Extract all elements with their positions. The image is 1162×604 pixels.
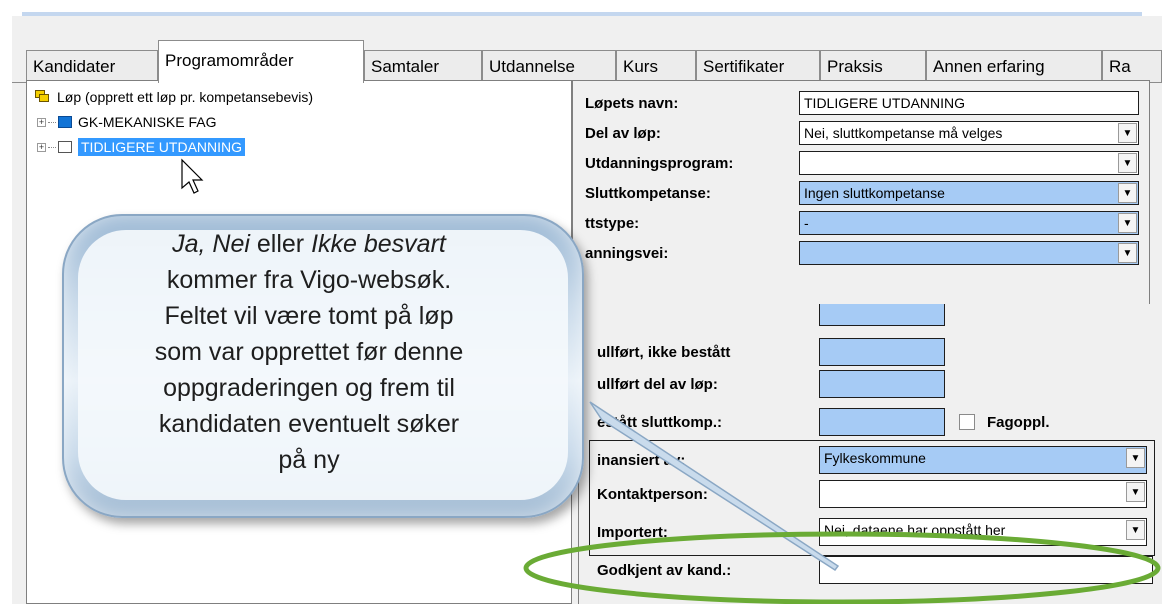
lopets-navn-field[interactable]: TIDLIGERE UTDANNING [799,91,1139,115]
tree-connector [48,146,56,148]
prev-field[interactable] [819,304,945,326]
fullfort-ikke-bestatt-field[interactable] [819,338,945,366]
callout-line-7: på ny [278,446,340,474]
importert-value: Nei, dataene har oppstått her [824,522,1006,538]
callout-ikke-besvart: Ikke besvart [311,230,446,258]
tab-annen-erfaring[interactable]: Annen erfaring [926,50,1102,82]
label-sluttkompetanse: Sluttkompetanse: [585,185,711,202]
tab-sertifikater[interactable]: Sertifikater [696,50,820,82]
callout-line-1: Ja, Nei eller Ikke besvart [64,226,554,262]
callout-line-5: oppgraderingen og frem til [163,374,455,402]
callout-text: Ja, Nei eller Ikke besvart kommer fra Vi… [64,226,554,478]
chevron-down-icon[interactable]: ▼ [1126,448,1145,468]
label-bestatt-sluttkomp: estått sluttkomp.: [597,414,723,431]
utdanningsprogram-select[interactable]: ▼ [799,151,1139,175]
label-utdanningsprogram: Utdanningsprogram: [585,155,734,172]
callout-ja-nei: Ja, Nei [172,230,250,258]
tree-item-label: TIDLIGERE UTDANNING [78,138,246,156]
zoom-panel: ullført, ikke bestått ullført del av løp… [578,304,1162,604]
expand-icon[interactable]: + [37,117,46,127]
tab-kandidater[interactable]: Kandidater [26,50,158,82]
chevron-down-icon[interactable]: ▼ [1118,183,1137,203]
expand-icon[interactable]: + [37,142,46,152]
chevron-down-icon[interactable]: ▼ [1126,482,1145,502]
callout-line-3: Feltet vil være tomt på løp [164,302,454,330]
callout-line-4: som var opprettet før denne [154,338,464,366]
utdanningsvei-select[interactable]: ▼ [799,241,1139,265]
lop-form: Løpets navn: TIDLIGERE UTDANNING Del av … [572,80,1150,340]
tab-bar: Kandidater Programområder Samtaler Utdan… [12,36,1162,83]
finansiert-select[interactable]: Fylkeskommune ▼ [819,446,1147,474]
tree-root[interactable]: Løp (opprett ett løp pr. kompetansebevis… [35,89,313,105]
godkjent-field[interactable] [819,556,1153,584]
tree-item-label: GK-MEKANISKE FAG [78,114,217,130]
label-fullfort-ikke-bestatt: ullført, ikke bestått [597,344,731,361]
tab-kurs[interactable]: Kurs [616,50,696,82]
label-utdanningsvei: anningsvei: [585,245,669,262]
label-finansiert: inansiert av: [597,452,686,469]
label-fullfort-del: ullført del av løp: [597,376,718,393]
tree-root-label: Løp (opprett ett løp pr. kompetansebevis… [57,89,314,105]
label-kontaktperson: Kontaktperson: [597,486,708,503]
folders-icon [35,90,51,104]
label-del-av-lop: Del av løp: [585,125,661,142]
tab-ra[interactable]: Ra [1102,50,1162,82]
del-av-lop-value: Nei, sluttkompetanse må velges [804,125,1003,141]
label-lopstype: ttstype: [585,215,640,232]
del-av-lop-select[interactable]: Nei, sluttkompetanse må velges ▼ [799,121,1139,145]
label-lopets-navn: Løpets navn: [585,95,679,112]
chevron-down-icon[interactable]: ▼ [1118,213,1137,233]
chevron-down-icon[interactable]: ▼ [1126,520,1145,540]
kontaktperson-select[interactable]: ▼ [819,480,1147,508]
lopstype-select[interactable]: - ▼ [799,211,1139,235]
chevron-down-icon[interactable]: ▼ [1118,243,1137,263]
tab-praksis[interactable]: Praksis [820,50,926,82]
label-fagoppl: Fagoppl. [987,414,1050,431]
tree-item-gk-mekaniske-fag[interactable]: + GK-MEKANISKE FAG [37,114,216,130]
fullfort-del-field[interactable] [819,370,945,398]
chevron-down-icon[interactable]: ▼ [1118,153,1137,173]
tree-connector [48,121,56,123]
callout-line-2: kommer fra Vigo-websøk. [166,266,452,294]
chevron-down-icon[interactable]: ▼ [1118,123,1137,143]
folder-blue-icon [58,116,72,128]
tab-programomrader[interactable]: Programområder [158,40,364,83]
finansiert-value: Fylkeskommune [824,450,926,466]
label-godkjent: Godkjent av kand.: [597,562,732,579]
folder-icon [58,141,72,153]
sluttkompetanse-select[interactable]: Ingen sluttkompetanse ▼ [799,181,1139,205]
sluttkompetanse-value: Ingen sluttkompetanse [804,185,945,201]
callout-line-6: kandidaten eventuelt søker [158,410,460,438]
callout-eller: eller [249,230,312,258]
lopstype-value: - [804,215,809,231]
fagoppl-checkbox[interactable] [959,414,975,430]
label-importert: Importert: [597,524,668,541]
tab-utdannelse[interactable]: Utdannelse [482,50,616,82]
bestatt-sluttkomp-field[interactable] [819,408,945,436]
tab-samtaler[interactable]: Samtaler [364,50,482,82]
importert-select[interactable]: Nei, dataene har oppstått her ▼ [819,518,1147,546]
tree-item-tidligere-utdanning[interactable]: + TIDLIGERE UTDANNING [37,138,246,156]
